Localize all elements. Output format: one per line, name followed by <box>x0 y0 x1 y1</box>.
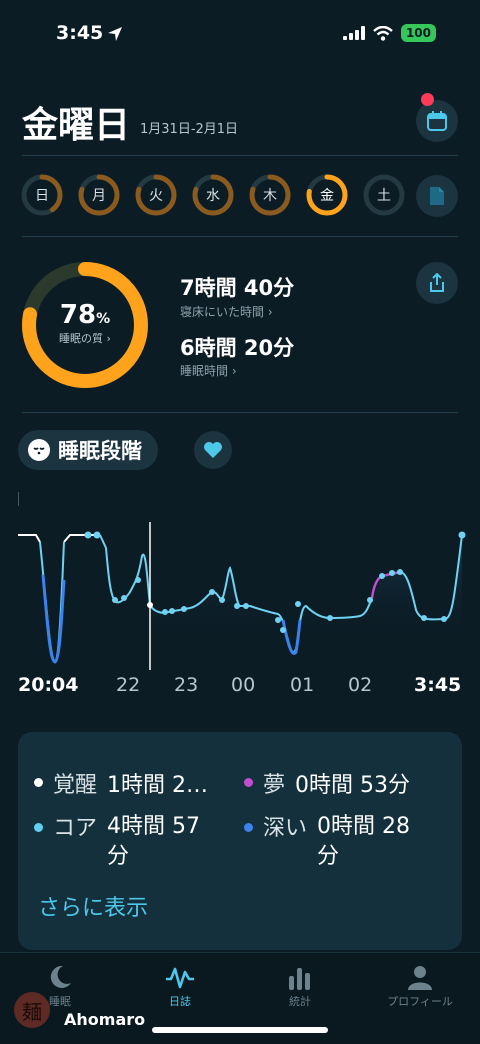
wave-icon <box>166 967 194 989</box>
section-title: 睡眠段階 <box>58 439 142 463</box>
legend-item-rem: 夢 0時間 53分 <box>244 767 454 799</box>
time-in-bed-value: 7時間 40分 <box>180 276 295 300</box>
day-label: 土 <box>377 188 391 204</box>
document-icon <box>430 187 444 205</box>
watermark-seal: 麺 <box>14 992 50 1028</box>
week-selector: 日月火水木金土 <box>20 173 406 217</box>
tab-label: 睡眠 <box>49 995 71 1008</box>
day-ring-6[interactable]: 土 <box>362 173 406 217</box>
heart-icon <box>204 442 222 458</box>
location-arrow-icon <box>108 27 122 41</box>
asleep-value: 6時間 20分 <box>180 336 295 360</box>
day-label: 水 <box>206 188 220 204</box>
moon-icon <box>50 965 71 988</box>
x-tick-label: 02 <box>348 674 373 696</box>
day-label: 金 <box>320 188 334 204</box>
tab-journal[interactable]: 日誌 <box>130 960 230 1009</box>
share-icon <box>430 273 444 292</box>
legend-value: 4時間 57分 <box>107 814 201 869</box>
watermark-seal-text: 麺 <box>22 999 42 1024</box>
day-label: 月 <box>92 188 106 204</box>
rem-dot <box>244 778 253 787</box>
tab-label: プロフィール <box>387 995 453 1008</box>
page-title: 金曜日 <box>22 105 131 146</box>
tab-profile[interactable]: プロフィール <box>370 960 470 1009</box>
score-unit: % <box>96 311 111 327</box>
tab-stats[interactable]: 統計 <box>250 960 350 1009</box>
status-time: 3:45 <box>56 22 104 44</box>
day-ring-2[interactable]: 火 <box>134 173 178 217</box>
person-icon <box>408 966 432 990</box>
divider <box>22 236 458 237</box>
watermark-name: Ahomaro <box>64 1010 146 1029</box>
asleep-link[interactable]: 睡眠時間 › <box>180 362 237 379</box>
x-tick-label: 20:04 <box>18 674 79 696</box>
divider <box>22 155 458 156</box>
day-ring-4[interactable]: 木 <box>248 173 292 217</box>
favorite-button[interactable] <box>194 431 232 469</box>
x-tick-label: 22 <box>116 674 141 696</box>
sleeping-face-icon <box>28 439 50 461</box>
chart-cursor-dot <box>147 602 153 608</box>
x-tick-label: 23 <box>174 674 199 696</box>
legend-value: 0時間 28分 <box>317 814 411 869</box>
sleep-quality-score: 78 <box>59 300 97 330</box>
notification-dot <box>421 93 434 106</box>
sleep-quality-label: 睡眠の質 › <box>59 332 111 345</box>
tab-label: 統計 <box>289 995 311 1008</box>
legend-name: 深い <box>263 816 308 841</box>
legend-name: 覚醒 <box>53 773 98 798</box>
show-more-link[interactable]: さらに表示 <box>38 890 148 922</box>
awake-dot <box>34 778 43 787</box>
day-label: 火 <box>149 188 163 204</box>
day-ring-5[interactable]: 金 <box>305 173 349 217</box>
time-in-bed-link[interactable]: 寝床にいた時間 › <box>180 303 273 320</box>
chart-top-marker <box>18 492 19 506</box>
day-ring-3[interactable]: 水 <box>191 173 235 217</box>
home-indicator[interactable] <box>152 1027 328 1033</box>
sleep-quality-center[interactable]: 78% 睡眠の質 › <box>20 300 150 346</box>
day-ring-0[interactable]: 日 <box>20 173 64 217</box>
legend-value: 0時間 53分 <box>295 773 411 798</box>
day-label: 木 <box>263 188 277 204</box>
legend-name: 夢 <box>263 773 286 798</box>
share-button[interactable] <box>416 262 458 304</box>
cellular-icon <box>342 26 365 40</box>
date-range: 1月31日-2月1日 <box>140 122 239 137</box>
chart-area-fill <box>150 535 462 640</box>
calendar-icon <box>427 111 447 131</box>
bar-chart-icon <box>289 968 310 990</box>
legend-item-deep: 深い 0時間 28分 <box>244 812 454 872</box>
divider <box>22 412 458 413</box>
x-tick-label: 00 <box>231 674 256 696</box>
legend-name: コア <box>53 816 98 841</box>
tab-label: 日誌 <box>169 995 191 1008</box>
x-tick-label: 01 <box>290 674 315 696</box>
core-dot <box>34 823 43 832</box>
sleep-stage-chart[interactable] <box>0 480 480 670</box>
legend-item-awake: 覚醒 1時間 2… <box>34 767 244 799</box>
report-button[interactable] <box>416 175 458 217</box>
day-label: 日 <box>35 188 49 204</box>
battery-badge: 100 <box>400 24 436 42</box>
day-ring-1[interactable]: 月 <box>77 173 121 217</box>
x-tick-label: 3:45 <box>414 674 462 696</box>
sleep-stages-pill[interactable]: 睡眠段階 <box>18 430 158 470</box>
legend-value: 1時間 2… <box>107 773 209 798</box>
calendar-button[interactable] <box>416 100 458 142</box>
wifi-icon <box>373 25 393 41</box>
legend-item-core: コア 4時間 57分 <box>34 812 234 872</box>
status-indicators: 100 <box>342 24 436 42</box>
deep-dot <box>244 823 253 832</box>
